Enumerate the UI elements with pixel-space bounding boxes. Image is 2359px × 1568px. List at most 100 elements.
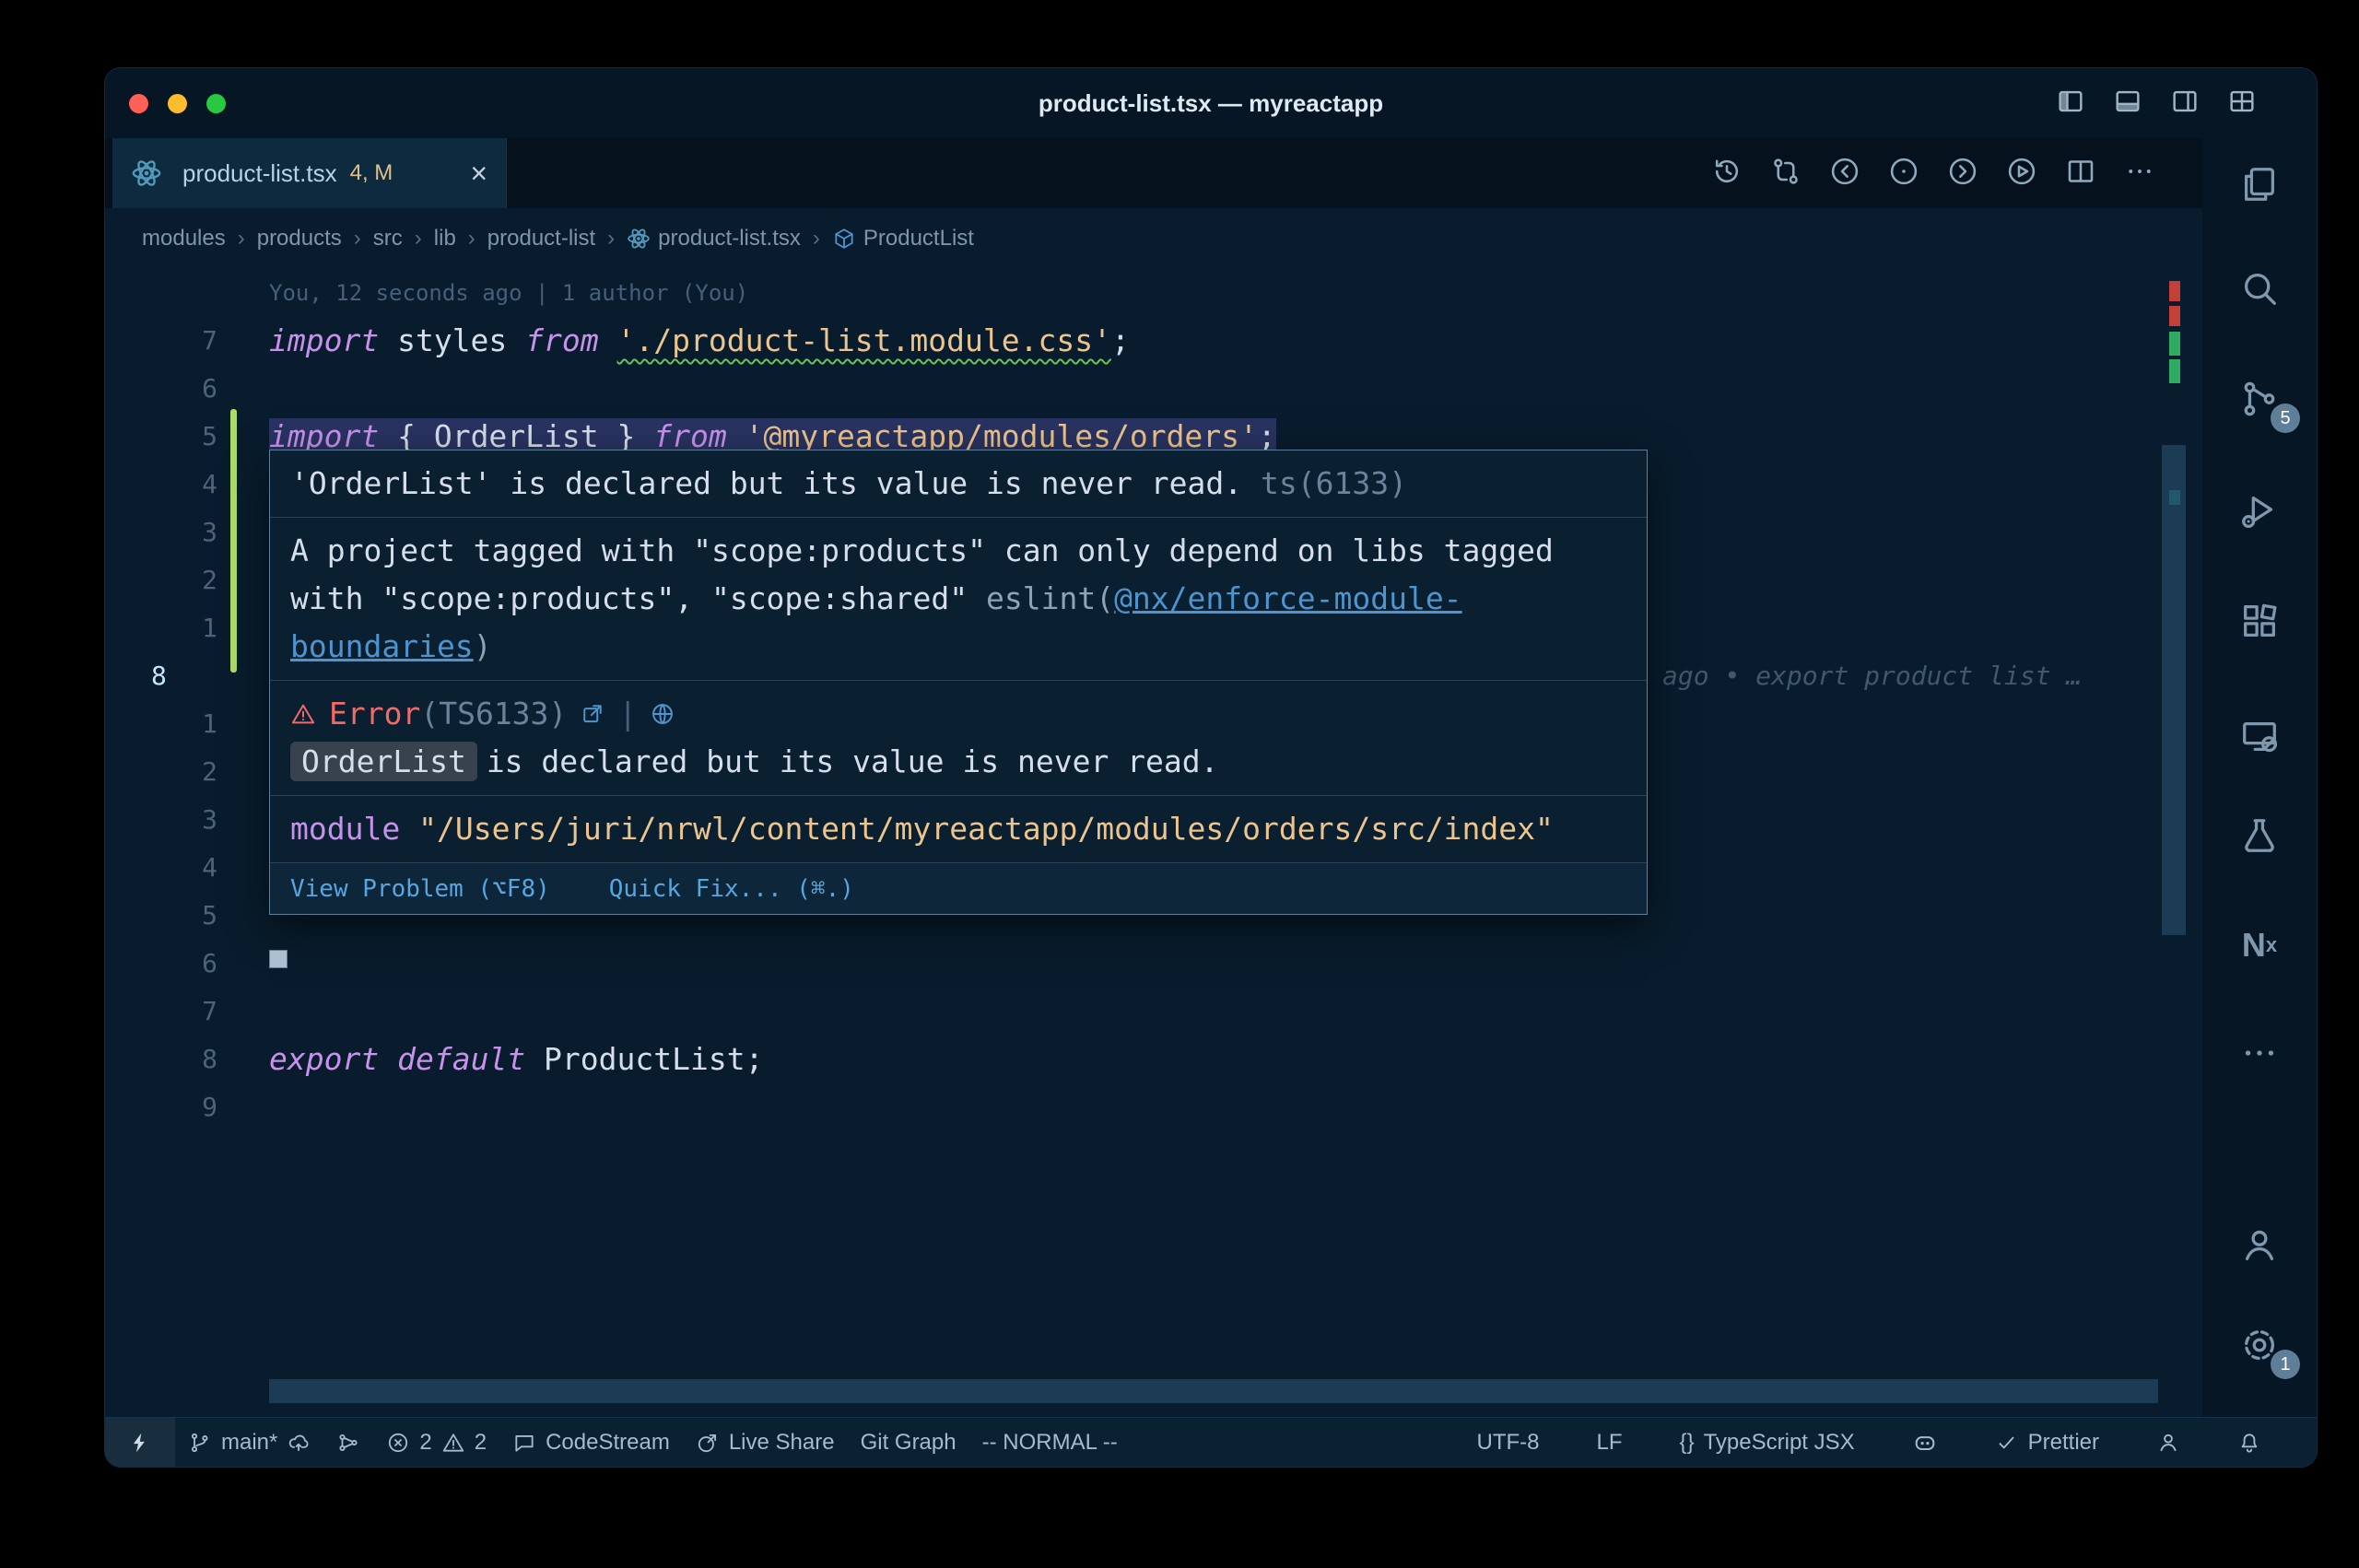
code-line-empty[interactable] bbox=[105, 988, 2202, 1036]
scm-badge: 5 bbox=[2271, 404, 2300, 433]
codestream-bubble-icon bbox=[512, 1431, 536, 1455]
codestream-label: CodeStream bbox=[546, 1430, 670, 1456]
copilot-status[interactable] bbox=[1899, 1418, 1951, 1467]
search-icon[interactable] bbox=[2202, 267, 2317, 310]
customize-layout-icon[interactable] bbox=[2226, 86, 2258, 122]
symbol-chip: OrderList bbox=[290, 742, 477, 781]
git-branch-status[interactable]: main* bbox=[175, 1418, 323, 1467]
code-line-empty[interactable] bbox=[105, 1083, 2202, 1131]
module-path: "/Users/juri/nrwl/content/myreactapp/mod… bbox=[418, 811, 1554, 847]
live-share-icon bbox=[696, 1431, 720, 1455]
history-icon[interactable] bbox=[1710, 155, 1743, 193]
view-problem-button[interactable]: View Problem (⌥F8) bbox=[290, 875, 550, 903]
vertical-scrollbar[interactable] bbox=[2162, 445, 2186, 935]
encoding-status[interactable]: UTF-8 bbox=[1464, 1418, 1553, 1467]
beaker-icon[interactable] bbox=[2202, 814, 2317, 857]
language-mode-status[interactable]: {}TypeScript JSX bbox=[1667, 1418, 1868, 1467]
traffic-lights bbox=[129, 94, 226, 113]
remote-indicator-icon bbox=[128, 1431, 152, 1455]
feedback-icon bbox=[2156, 1431, 2180, 1455]
notifications-status[interactable] bbox=[2224, 1418, 2274, 1467]
breadcrumb-item[interactable]: lib bbox=[434, 226, 456, 252]
horizontal-scrollbar[interactable] bbox=[269, 1379, 2158, 1403]
editor-pane[interactable]: 7 6 5 4 3 2 1 8 1 2 3 4 5 6 7 8 9 You, 1… bbox=[105, 269, 2202, 1417]
breadcrumb-item[interactable]: src bbox=[373, 226, 403, 252]
hover-resize-grip[interactable] bbox=[269, 950, 288, 968]
git-graph-status[interactable]: Git Graph bbox=[848, 1418, 969, 1467]
severity-label: Error bbox=[329, 696, 420, 731]
git-graph-button-icon[interactable] bbox=[323, 1418, 373, 1467]
eslint-source-prefix: eslint( bbox=[968, 580, 1114, 616]
next-change-icon[interactable] bbox=[1946, 155, 1979, 193]
remote-indicator[interactable] bbox=[105, 1418, 175, 1467]
minimize-window-button[interactable] bbox=[168, 94, 187, 113]
braces-icon: {} bbox=[1680, 1430, 1695, 1456]
eslint-source-suffix: ) bbox=[474, 628, 492, 664]
hover-eslint-rule: A project tagged with "scope:products" c… bbox=[270, 518, 1647, 681]
code-line-import-styles[interactable]: import styles from './product-list.modul… bbox=[105, 317, 2202, 365]
vim-mode-label: -- NORMAL -- bbox=[982, 1430, 1118, 1456]
run-icon[interactable] bbox=[2005, 155, 2038, 193]
code-line-export-default[interactable]: export default ProductList; bbox=[105, 1036, 2202, 1083]
maximize-window-button[interactable] bbox=[206, 94, 226, 113]
severity-code: (TS6133) bbox=[420, 696, 567, 731]
codestream-status[interactable]: CodeStream bbox=[499, 1418, 683, 1467]
hover-actions: View Problem (⌥F8) Quick Fix... (⌘.) bbox=[270, 863, 1647, 914]
previous-change-icon[interactable] bbox=[1828, 155, 1861, 193]
breadcrumb-item[interactable]: product-list bbox=[487, 226, 595, 252]
breadcrumb-separator: › bbox=[813, 226, 820, 252]
code-line-empty[interactable] bbox=[105, 365, 2202, 413]
split-editor-icon[interactable] bbox=[2064, 155, 2097, 193]
breadcrumb-item-file[interactable]: product-list.tsx bbox=[658, 226, 801, 252]
breadcrumb-item-symbol[interactable]: ProductList bbox=[863, 226, 974, 252]
status-bar: main* 2 2 CodeStream Live Share Git Grap… bbox=[105, 1417, 2317, 1467]
overview-modified-mark bbox=[2169, 332, 2180, 356]
breadcrumb-separator: › bbox=[354, 226, 361, 252]
breadcrumb-separator: › bbox=[415, 226, 422, 252]
vim-mode-status[interactable]: -- NORMAL -- bbox=[969, 1418, 1131, 1467]
extensions-icon[interactable] bbox=[2202, 600, 2317, 642]
prettier-status[interactable]: Prettier bbox=[1982, 1418, 2112, 1467]
close-window-button[interactable] bbox=[129, 94, 148, 113]
quick-fix-button[interactable]: Quick Fix... (⌘.) bbox=[609, 875, 854, 903]
tab-product-list[interactable]: product-list.tsx 4, M × bbox=[112, 138, 507, 208]
more-views-icon[interactable] bbox=[2202, 1032, 2317, 1074]
feedback-status[interactable] bbox=[2143, 1418, 2193, 1467]
breadcrumb-item[interactable]: products bbox=[257, 226, 342, 252]
files-icon[interactable] bbox=[2202, 163, 2317, 205]
toggle-panel-bottom-icon[interactable] bbox=[2112, 86, 2143, 122]
run-debug-icon[interactable] bbox=[2202, 488, 2317, 531]
overview-modified-mark bbox=[2169, 359, 2180, 383]
hover-error-detail: Error(TS6133) | OrderListis declared but… bbox=[270, 681, 1647, 796]
eol-status[interactable]: LF bbox=[1584, 1418, 1636, 1467]
toggle-panel-right-icon[interactable] bbox=[2169, 86, 2201, 122]
more-actions-icon[interactable] bbox=[2123, 155, 2156, 193]
settings-gear-icon[interactable]: 1 bbox=[2202, 1324, 2317, 1366]
gitlens-inline-blame: ago • export product list … bbox=[1662, 652, 2082, 700]
globe-icon[interactable] bbox=[650, 701, 675, 727]
code-line-empty[interactable] bbox=[105, 940, 2202, 988]
remote-explorer-icon[interactable] bbox=[2202, 715, 2317, 757]
circle-icon[interactable] bbox=[1887, 155, 1920, 193]
bell-icon bbox=[2237, 1431, 2261, 1455]
source-control-icon[interactable]: 5 bbox=[2202, 378, 2317, 420]
live-share-status[interactable]: Live Share bbox=[683, 1418, 848, 1467]
breadcrumb-item[interactable]: modules bbox=[142, 226, 226, 252]
diagnostic-message: 'OrderList' is declared but its value is… bbox=[290, 465, 1242, 501]
editor-actions bbox=[1710, 138, 2156, 208]
nx-console-icon[interactable]: Nx bbox=[2202, 924, 2317, 966]
account-icon[interactable] bbox=[2202, 1224, 2317, 1267]
tab-close-icon[interactable]: × bbox=[470, 158, 487, 188]
tab-strip: product-list.tsx 4, M × bbox=[105, 138, 2202, 208]
live-share-label: Live Share bbox=[729, 1430, 835, 1456]
tab-decoration: 4, M bbox=[350, 160, 393, 186]
react-icon bbox=[131, 158, 162, 189]
problems-status[interactable]: 2 2 bbox=[373, 1418, 499, 1467]
toggle-panel-left-icon[interactable] bbox=[2055, 86, 2086, 122]
gitlens-blame-header: You, 12 seconds ago | 1 author (You) bbox=[105, 269, 2202, 317]
overview-error-mark bbox=[2169, 281, 2180, 301]
external-link-icon[interactable] bbox=[580, 701, 605, 727]
hover-popup: 'OrderList' is declared but its value is… bbox=[269, 450, 1648, 915]
git-compare-icon[interactable] bbox=[1769, 155, 1802, 193]
git-branch-icon bbox=[188, 1431, 212, 1455]
